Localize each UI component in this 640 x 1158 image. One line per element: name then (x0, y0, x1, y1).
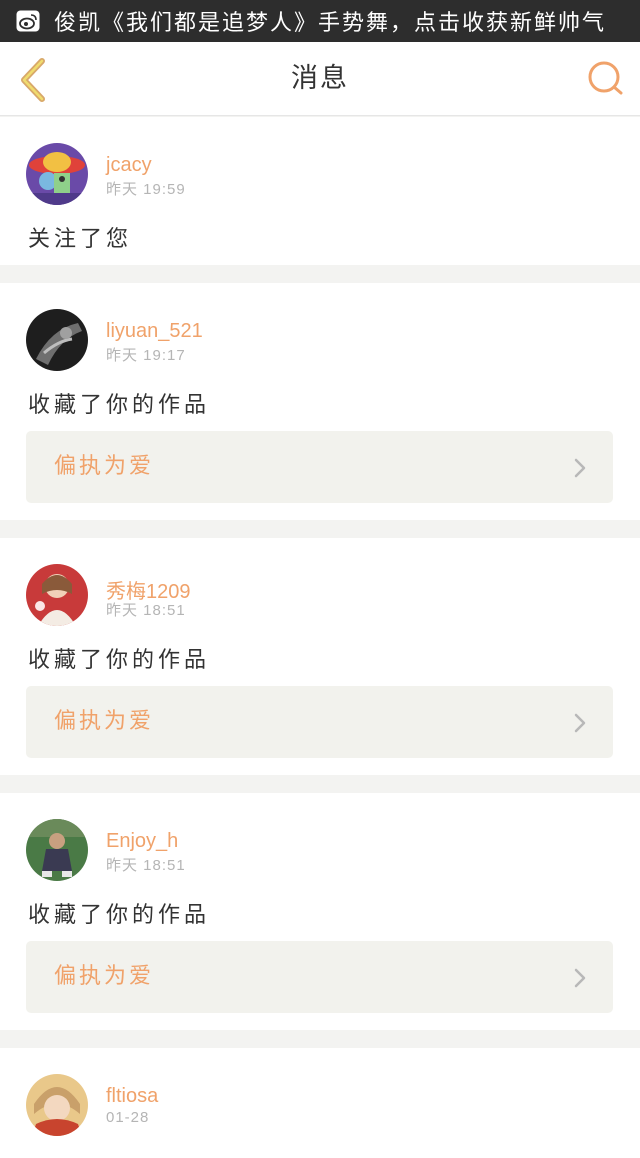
username[interactable]: Enjoy_h (106, 830, 178, 853)
timestamp: 昨天 19:17 (106, 347, 186, 364)
avatar[interactable] (26, 143, 88, 205)
work-link[interactable]: 偏执为爱 (26, 686, 613, 758)
timestamp: 01-28 (106, 1109, 150, 1126)
search-icon[interactable] (586, 59, 626, 99)
work-link[interactable]: 偏执为爱 (26, 941, 613, 1013)
work-link[interactable]: 偏执为爱 (26, 431, 613, 503)
message-item[interactable]: 秀梅1209 昨天 18:51 收藏了你的作品 偏执为爱 (0, 538, 640, 775)
weibo-icon (16, 10, 40, 32)
username[interactable]: fltiosa (106, 1085, 158, 1108)
action-text: 收藏了你的作品 (28, 393, 211, 418)
timestamp: 昨天 18:51 (106, 857, 186, 874)
divider (0, 1030, 640, 1048)
message-item[interactable]: liyuan_521 昨天 19:17 收藏了你的作品 偏执为爱 (0, 283, 640, 520)
username[interactable]: liyuan_521 (106, 320, 203, 343)
action-text: 关注了您 (28, 227, 133, 252)
message-item[interactable]: jcacy 昨天 19:59 关注了您 (0, 117, 640, 265)
work-title: 偏执为爱 (54, 454, 155, 479)
message-item[interactable]: Enjoy_h 昨天 18:51 收藏了你的作品 偏执为爱 (0, 793, 640, 1030)
action-text: 收藏了你的作品 (28, 648, 211, 673)
avatar[interactable] (26, 819, 88, 881)
work-title: 偏执为爱 (54, 709, 155, 734)
message-list: jcacy 昨天 19:59 关注了您 liyuan_521 昨天 19:17 … (0, 117, 640, 1158)
work-title: 偏执为爱 (54, 964, 155, 989)
chevron-right-icon (574, 968, 586, 988)
chevron-right-icon (574, 713, 586, 733)
timestamp: 昨天 19:59 (106, 181, 186, 198)
notification-banner[interactable]: 俊凯《我们都是追梦人》手势舞，点击收获新鲜帅气 (0, 0, 640, 42)
avatar[interactable] (26, 309, 88, 371)
nav-bar: 消息 (0, 42, 640, 116)
chevron-right-icon (574, 458, 586, 478)
message-item[interactable]: fltiosa 01-28 (0, 1048, 640, 1158)
divider (0, 520, 640, 538)
divider (0, 775, 640, 793)
page-title: 消息 (291, 63, 349, 94)
action-text: 收藏了你的作品 (28, 903, 211, 928)
avatar[interactable] (26, 564, 88, 626)
divider (0, 265, 640, 283)
username[interactable]: jcacy (106, 154, 152, 177)
timestamp: 昨天 18:51 (106, 602, 186, 619)
avatar[interactable] (26, 1074, 88, 1136)
banner-text: 俊凯《我们都是追梦人》手势舞，点击收获新鲜帅气 (54, 11, 607, 36)
